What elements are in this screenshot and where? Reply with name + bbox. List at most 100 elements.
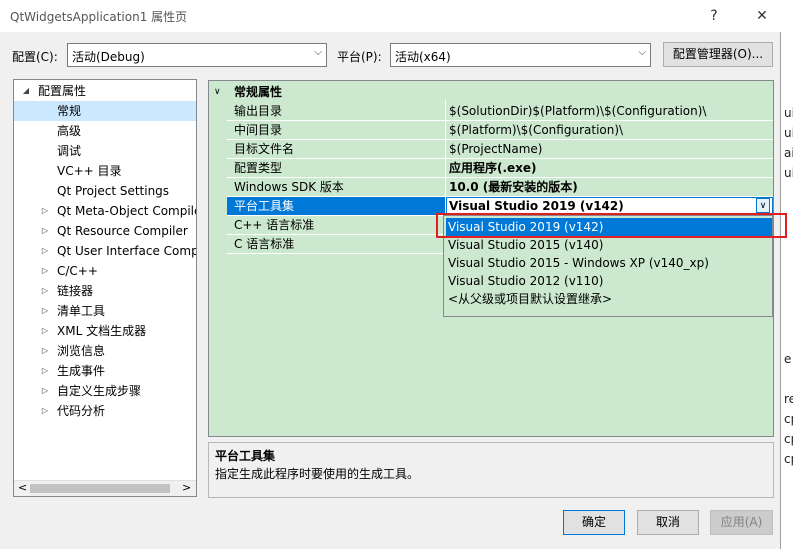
background-text-fragment: ui (784, 126, 793, 140)
tree-item-label: VC++ 目录 (57, 164, 122, 178)
property-name: 平台工具集 (234, 199, 295, 213)
tree-item-label: Qt Meta-Object Compile (57, 204, 197, 218)
tree-horizontal-scrollbar[interactable]: < > (14, 480, 196, 496)
property-name: 配置类型 (234, 161, 283, 175)
tree-item[interactable]: ▷ XML 文档生成器 (14, 321, 196, 341)
property-row[interactable]: 输出目录 $(SolutionDir)$(Platform)\$(Configur… (209, 102, 773, 121)
tree-item[interactable]: ▷ 代码分析 (14, 401, 196, 421)
expand-triangle-icon[interactable]: ▷ (40, 361, 50, 381)
configuration-manager-button[interactable]: 配置管理器(O)... (663, 42, 773, 67)
tree-item[interactable]: ▷ 链接器 (14, 281, 196, 301)
tree-item[interactable]: Qt Project Settings (14, 181, 196, 201)
ok-button[interactable]: 确定 (563, 510, 625, 535)
tree-item-label: 链接器 (57, 284, 94, 298)
property-value: $(SolutionDir)$(Platform)\$(Configuratio… (449, 104, 707, 118)
apply-button[interactable]: 应用(A) (710, 510, 773, 535)
tree-root-config-properties[interactable]: ◢ 配置属性 (14, 81, 196, 101)
tree-item-label: Qt User Interface Comp (57, 244, 197, 258)
expand-triangle-icon[interactable]: ▷ (40, 321, 50, 341)
scrollbar-thumb[interactable] (30, 484, 170, 493)
property-value: $(ProjectName) (449, 142, 543, 156)
tree-item-label: 代码分析 (57, 404, 106, 418)
title-bar: QtWidgetsApplication1 属性页 ? ✕ (0, 0, 781, 32)
tree-item-label: 调试 (57, 144, 82, 158)
tree-item-label: 高级 (57, 124, 82, 138)
grid-section-header[interactable]: ∨ 常规属性 (209, 83, 773, 102)
config-label: 配置(C): (12, 50, 58, 64)
tree-item[interactable]: 高级 (14, 121, 196, 141)
toolset-option[interactable]: Visual Studio 2015 - Windows XP (v140_xp… (446, 254, 772, 272)
expand-triangle-icon[interactable]: ▷ (40, 261, 50, 281)
tree-item[interactable]: 常规 (14, 101, 196, 121)
background-text-fragment: ui (784, 166, 793, 180)
scroll-left-icon[interactable]: < (18, 481, 27, 494)
expand-triangle-icon[interactable]: ▷ (40, 241, 50, 261)
property-value: 应用程序(.exe) (449, 161, 537, 175)
background-text-fragment: ui (784, 106, 793, 120)
background-text-fragment: re (784, 392, 793, 406)
platform-value: 活动(x64) (395, 50, 451, 64)
chevron-down-icon: ⌵ (638, 47, 646, 58)
expand-triangle-icon[interactable]: ▷ (40, 281, 50, 301)
tree-item-label: C/C++ (57, 264, 98, 278)
tree-item[interactable]: ▷ Qt User Interface Comp (14, 241, 196, 261)
property-pages-dialog: QtWidgetsApplication1 属性页 ? ✕ 配置(C): 活动(… (0, 0, 787, 549)
property-value: $(Platform)\$(Configuration)\ (449, 123, 624, 137)
close-button[interactable]: ✕ (748, 4, 776, 28)
property-tree: ◢ 配置属性 常规高级调试 VC++ 目录 Qt Project Settings ▷… (13, 79, 197, 497)
toolset-option[interactable]: Visual Studio 2015 (v140) (446, 236, 772, 254)
cancel-button[interactable]: 取消 (637, 510, 699, 535)
expand-triangle-icon[interactable]: ▷ (40, 301, 50, 321)
toolset-option-label: <从父级或项目默认设置继承> (448, 292, 613, 306)
tree-item[interactable]: 调试 (14, 141, 196, 161)
property-row[interactable]: 目标文件名 $(ProjectName) (209, 140, 773, 159)
toolset-option[interactable]: Visual Studio 2012 (v110) (446, 272, 772, 290)
expand-triangle-icon[interactable]: ▷ (40, 341, 50, 361)
property-value: 10.0 (最新安装的版本) (449, 180, 578, 194)
config-combobox[interactable]: 活动(Debug) ⌵ (67, 43, 327, 67)
property-name: 中间目录 (234, 123, 283, 137)
expand-triangle-icon[interactable]: ▷ (40, 381, 50, 401)
expand-triangle-icon[interactable]: ▷ (40, 201, 50, 221)
description-text: 指定生成此程序时要使用的生成工具。 (215, 467, 420, 481)
tree-item-label: 清单工具 (57, 304, 106, 318)
background-text-fragment: ai (784, 146, 793, 160)
tree-item[interactable]: ▷ Qt Resource Compiler (14, 221, 196, 241)
tree-item[interactable]: ▷ 浏览信息 (14, 341, 196, 361)
toolset-option-label: Visual Studio 2015 - Windows XP (v140_xp… (448, 256, 709, 270)
tree-item-label: XML 文档生成器 (57, 324, 147, 338)
platform-label: 平台(P): (337, 50, 382, 64)
expand-triangle-icon[interactable]: ▷ (40, 221, 50, 241)
tree-item[interactable]: VC++ 目录 (14, 161, 196, 181)
red-highlight-annotation (436, 213, 787, 238)
tree-item-label: Qt Project Settings (57, 184, 170, 198)
property-row[interactable]: Windows SDK 版本 10.0 (最新安装的版本) (209, 178, 773, 197)
toolset-option[interactable]: <从父级或项目默认设置继承> (446, 290, 772, 308)
tree-item[interactable]: ▷ 生成事件 (14, 361, 196, 381)
tree-item-label: 自定义生成步骤 (57, 384, 142, 398)
window-title: QtWidgetsApplication1 属性页 (10, 10, 188, 24)
scroll-right-icon[interactable]: > (182, 481, 191, 494)
toolset-option-label: Visual Studio 2012 (v110) (448, 274, 604, 288)
chevron-down-icon[interactable]: ∨ (756, 198, 770, 213)
property-row[interactable]: 配置类型 应用程序(.exe) (209, 159, 773, 178)
platform-combobox[interactable]: 活动(x64) ⌵ (390, 43, 651, 67)
collapse-chevron-icon: ∨ (214, 87, 221, 97)
property-name: 目标文件名 (234, 142, 295, 156)
tree-item[interactable]: ▷ 自定义生成步骤 (14, 381, 196, 401)
tree-item[interactable]: ▷ Qt Meta-Object Compile (14, 201, 196, 221)
property-row[interactable]: 中间目录 $(Platform)\$(Configuration)\ (209, 121, 773, 140)
background-text-fragment: cp (784, 432, 793, 446)
background-text-fragment: cp (784, 412, 793, 426)
tree-item-label: Qt Resource Compiler (57, 224, 188, 238)
property-name: C 语言标准 (234, 237, 295, 251)
config-value: 活动(Debug) (72, 50, 145, 64)
description-title: 平台工具集 (215, 449, 276, 463)
help-button[interactable]: ? (700, 4, 728, 28)
tree-item[interactable]: ▷ 清单工具 (14, 301, 196, 321)
tree-item[interactable]: ▷ C/C++ (14, 261, 196, 281)
expand-triangle-icon[interactable]: ▷ (40, 401, 50, 421)
tree-item-label: 生成事件 (57, 364, 106, 378)
property-description-panel: 平台工具集 指定生成此程序时要使用的生成工具。 (208, 442, 774, 498)
background-text-fragment: cp (784, 452, 793, 466)
